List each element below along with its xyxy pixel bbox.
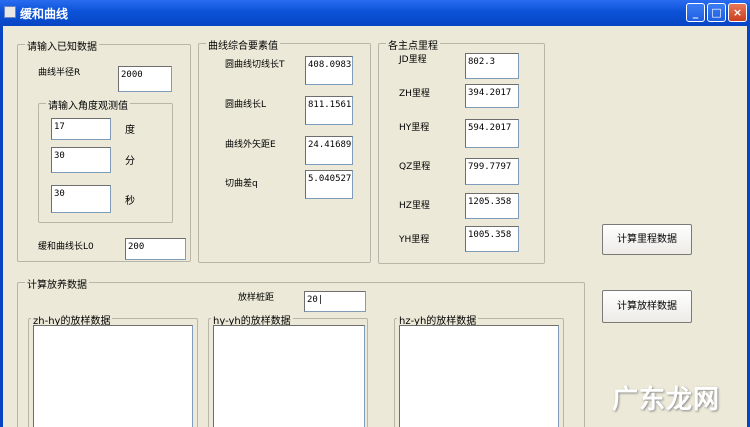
curve-length-label: 圆曲线长L bbox=[225, 100, 267, 110]
transition-length-label: 缓和曲线长L0 bbox=[38, 242, 94, 252]
second-input[interactable]: 30 bbox=[51, 185, 111, 213]
hy-yh-group: hy-yh的放样数据 bbox=[208, 312, 368, 427]
tangent-length-label: 圆曲线切线长T bbox=[225, 60, 285, 70]
radius-input[interactable]: 2000 bbox=[118, 66, 172, 92]
hz-label: HZ里程 bbox=[399, 201, 430, 211]
curve-elements-title: 曲线综合要素值 bbox=[206, 37, 280, 52]
qz-field[interactable]: 799.7797 bbox=[465, 158, 519, 185]
zh-hy-list[interactable] bbox=[33, 325, 193, 427]
minute-label: 分 bbox=[125, 156, 135, 167]
stake-spacing-label: 放样桩距 bbox=[238, 293, 275, 303]
minute-input[interactable]: 30 bbox=[51, 147, 111, 173]
degree-input[interactable]: 17 bbox=[51, 118, 111, 140]
angle-group: 请输入角度观测值 17 度 30 分 30 秒 bbox=[38, 97, 173, 223]
degree-label: 度 bbox=[125, 125, 135, 136]
known-data-title: 请输入已知数据 bbox=[25, 38, 99, 53]
hz-yh-group: hz-yh的放样数据 bbox=[394, 312, 564, 427]
app-icon bbox=[4, 6, 16, 18]
tangent-curve-diff-field[interactable]: 5.040527 bbox=[305, 170, 353, 199]
hy-field[interactable]: 594.2017 bbox=[465, 119, 519, 148]
hy-label: HY里程 bbox=[399, 123, 430, 133]
tangent-curve-diff-label: 切曲差q bbox=[225, 179, 258, 189]
hz-field[interactable]: 1205.358 bbox=[465, 193, 519, 219]
stake-spacing-input[interactable]: 20| bbox=[304, 291, 366, 312]
layout-data-group: 计算放养数据 放样桩距 20| zh-hy的放样数据 hy-yh的放样数据 hz… bbox=[17, 276, 585, 427]
layout-data-title: 计算放养数据 bbox=[25, 276, 89, 291]
main-stations-title: 各主点里程 bbox=[386, 37, 440, 52]
hz-yh-list[interactable] bbox=[399, 325, 559, 427]
zh-field[interactable]: 394.2017 bbox=[465, 84, 519, 108]
transition-length-input[interactable]: 200 bbox=[125, 238, 186, 260]
minimize-button[interactable]: _ bbox=[686, 3, 705, 22]
maximize-button[interactable]: □ bbox=[707, 3, 726, 22]
window-title: 缓和曲线 bbox=[20, 7, 69, 21]
yh-label: YH里程 bbox=[399, 235, 430, 245]
main-stations-group: 各主点里程 JD里程 802.3 ZH里程 394.2017 HY里程 594.… bbox=[378, 37, 545, 264]
known-data-group: 请输入已知数据 曲线半径R 2000 请输入角度观测值 17 度 30 分 30… bbox=[17, 38, 191, 262]
radius-label: 曲线半径R bbox=[38, 68, 81, 78]
curve-length-field[interactable]: 811.1561 bbox=[305, 96, 353, 125]
second-label: 秒 bbox=[125, 196, 135, 207]
calc-layout-button[interactable]: 计算放样数据 bbox=[602, 290, 692, 323]
qz-label: QZ里程 bbox=[399, 162, 431, 172]
window-client-area: 请输入已知数据 曲线半径R 2000 请输入角度观测值 17 度 30 分 30… bbox=[0, 26, 750, 427]
zh-label: ZH里程 bbox=[399, 89, 430, 99]
jd-label: JD里程 bbox=[399, 55, 427, 65]
external-distance-field[interactable]: 24.41689 bbox=[305, 136, 353, 165]
close-button[interactable]: × bbox=[728, 3, 747, 22]
title-bar[interactable]: 缓和曲线 _ □ × bbox=[0, 0, 750, 26]
yh-field[interactable]: 1005.358 bbox=[465, 226, 519, 252]
calc-stations-button[interactable]: 计算里程数据 bbox=[602, 224, 692, 255]
zh-hy-group: zh-hy的放样数据 bbox=[28, 312, 198, 427]
jd-field[interactable]: 802.3 bbox=[465, 53, 519, 79]
hy-yh-list[interactable] bbox=[213, 325, 365, 427]
curve-elements-group: 曲线综合要素值 圆曲线切线长T 408.0983 圆曲线长L 811.1561 … bbox=[198, 37, 371, 263]
watermark-logo: 广东龙网 bbox=[612, 385, 721, 415]
tangent-length-field[interactable]: 408.0983 bbox=[305, 56, 353, 85]
external-distance-label: 曲线外矢距E bbox=[225, 140, 276, 150]
angle-group-title: 请输入角度观测值 bbox=[46, 97, 130, 112]
